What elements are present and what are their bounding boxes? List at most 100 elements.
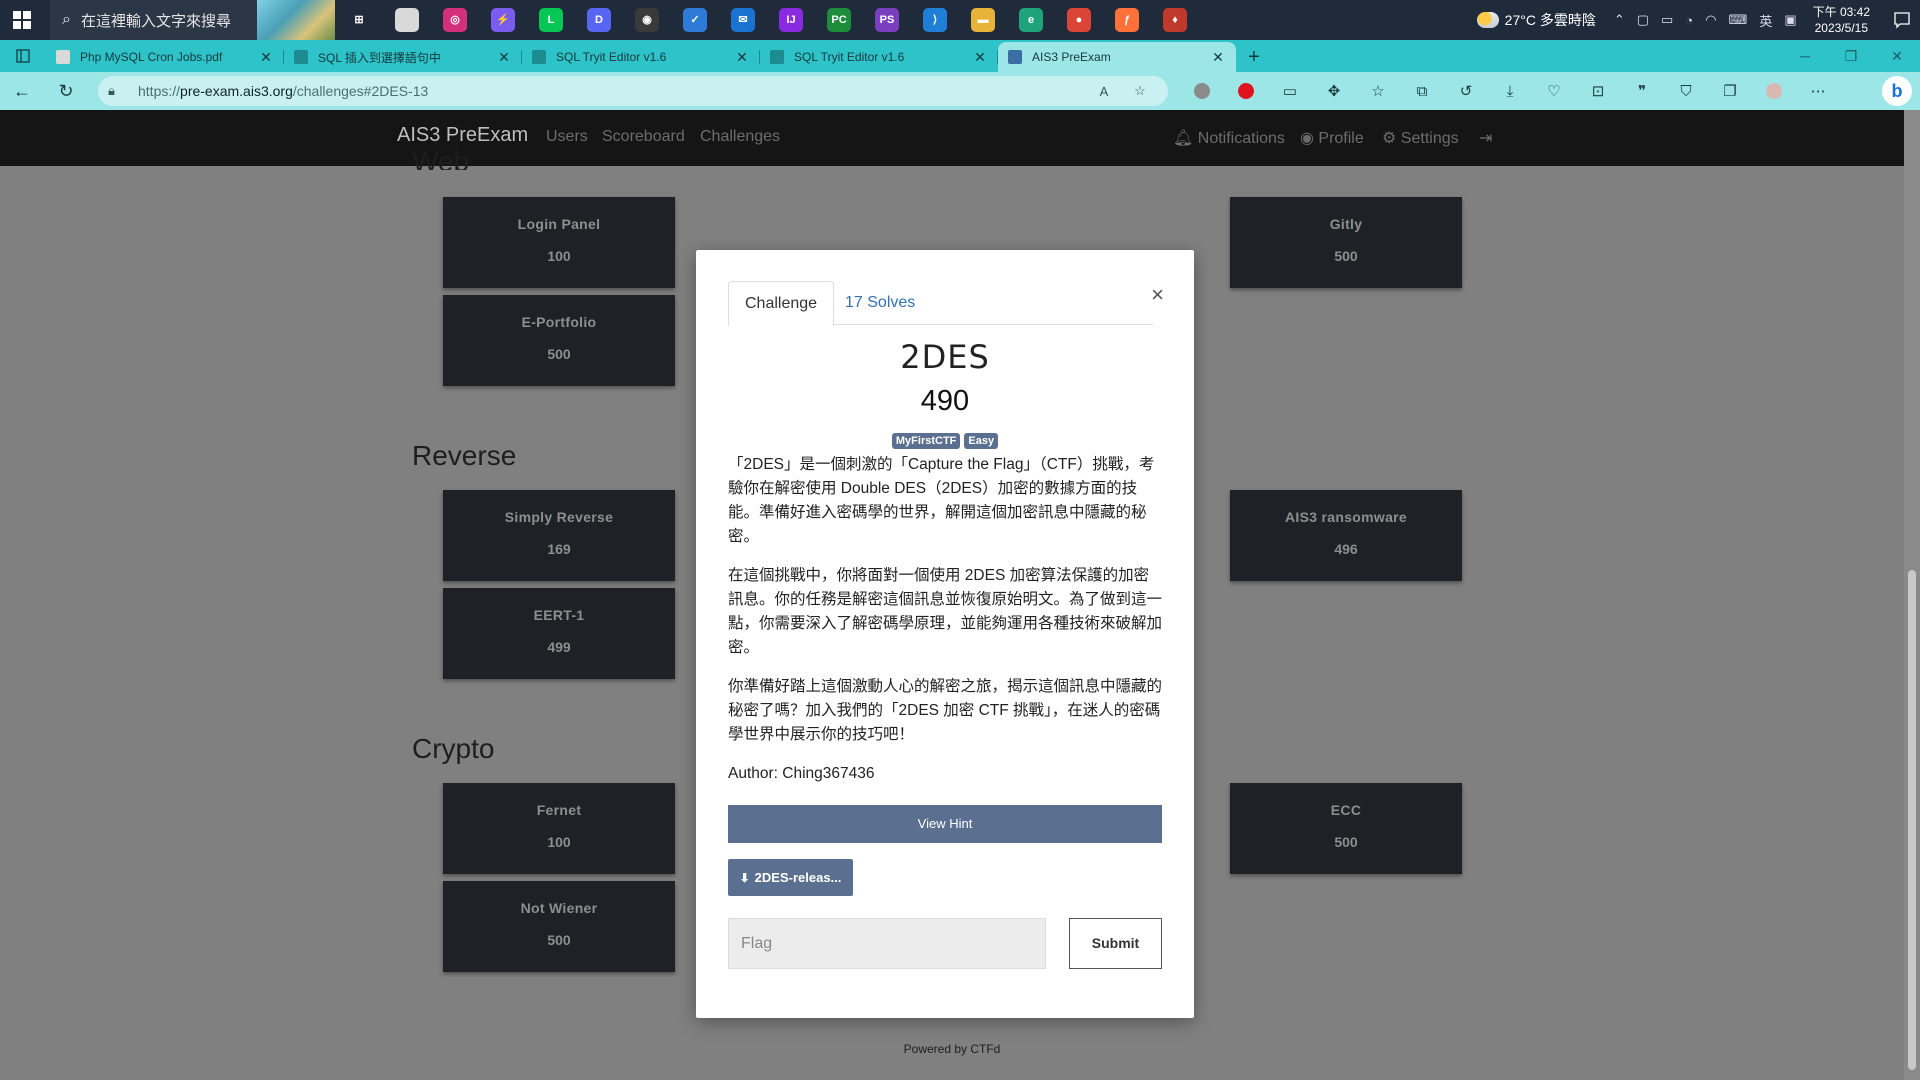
tab-close-icon[interactable]: ✕ <box>258 49 274 66</box>
weather-icon <box>1476 12 1499 28</box>
challenge-card[interactable]: E-Portfolio 500 <box>443 295 675 386</box>
browser-essentials-icon[interactable]: ⛉ <box>1664 72 1708 110</box>
weather-widget[interactable]: 27°C 多雲時陰 <box>1476 10 1596 30</box>
scrollbar-thumb[interactable] <box>1908 570 1916 1070</box>
submit-button[interactable]: Submit <box>1069 918 1162 969</box>
instagram-icon[interactable]: ◎ <box>431 0 479 40</box>
site-brand[interactable]: AIS3 PreExam <box>397 124 528 147</box>
add-favorite-icon[interactable]: ☆ <box>1122 83 1158 99</box>
bell-icon: 🔔︎ <box>1173 130 1198 147</box>
performance-icon[interactable]: ♡ <box>1532 72 1576 110</box>
tab-close-icon[interactable]: ✕ <box>1210 49 1226 66</box>
refresh-button[interactable]: ↻ <box>44 72 88 110</box>
nav-profile[interactable]: ◉ Profile <box>1300 128 1364 148</box>
screenshot-icon[interactable]: ⊡ <box>1576 72 1620 110</box>
tray-chevron-icon[interactable]: ⌃ <box>1614 12 1625 28</box>
extensions-icon[interactable]: ✥ <box>1312 72 1356 110</box>
challenge-card[interactable]: AIS3 ransomware 496 <box>1230 490 1462 581</box>
browser-tab[interactable]: SQL Tryit Editor v1.6 ✕ <box>760 42 998 72</box>
ime-indicator[interactable]: 英 <box>1759 11 1772 30</box>
new-tab-button[interactable]: + <box>1236 42 1272 72</box>
challenge-card[interactable]: Login Panel 100 <box>443 197 675 288</box>
battery-icon[interactable]: ▭ <box>1661 12 1673 28</box>
tab-close-icon[interactable]: ✕ <box>496 49 512 66</box>
restore-button[interactable]: ❐ <box>1828 40 1874 72</box>
profile-avatar-icon[interactable] <box>1752 72 1796 110</box>
tab-close-icon[interactable]: ✕ <box>972 49 988 66</box>
line-icon[interactable]: L <box>527 0 575 40</box>
keyboard-icon[interactable]: ⌨ <box>1729 12 1748 28</box>
explorer-icon[interactable]: ▬ <box>959 0 1007 40</box>
minimize-button[interactable]: ─ <box>1782 40 1828 72</box>
clock[interactable]: 下午 03:42 2023/5/15 <box>1813 4 1870 36</box>
phpstorm-icon[interactable]: PS <box>863 0 911 40</box>
flag-input[interactable] <box>728 918 1046 969</box>
logout-icon[interactable]: ⇥ <box>1479 128 1492 148</box>
firefox-icon[interactable]: ƒ <box>1103 0 1151 40</box>
nav-settings[interactable]: ⚙ Settings <box>1382 128 1459 148</box>
footer-powered-by[interactable]: Powered by CTFd <box>0 1042 1904 1056</box>
back-button[interactable]: ← <box>0 72 44 110</box>
address-url[interactable]: https://pre-exam.ais3.org/challenges#2DE… <box>138 83 1086 99</box>
taskbar-search[interactable]: ⌕ 在這裡輸入文字來搜尋 <box>50 0 335 40</box>
chat-extension-icon[interactable]: ▭ <box>1268 72 1312 110</box>
workspaces-icon[interactable]: ❐ <box>1708 72 1752 110</box>
chrome-icon[interactable]: ● <box>1055 0 1103 40</box>
challenge-card[interactable]: Fernet 100 <box>443 783 675 874</box>
browser-tab[interactable]: Php MySQL Cron Jobs.pdf ✕ <box>46 42 284 72</box>
challenge-card[interactable]: ECC 500 <box>1230 783 1462 874</box>
action-center-icon[interactable] <box>1884 0 1920 40</box>
tab-solves[interactable]: 17 Solves <box>829 281 931 325</box>
bing-chat-icon[interactable]: b <box>1882 76 1912 106</box>
pycharm-icon[interactable]: PC <box>815 0 863 40</box>
download-file-button[interactable]: ⬇ 2DES-releas... <box>728 859 853 896</box>
nav-users[interactable]: Users <box>546 128 588 146</box>
todo-icon[interactable]: ✓ <box>671 0 719 40</box>
browser-tab[interactable]: SQL 插入到選擇語句中 ✕ <box>284 42 522 72</box>
ime-mode-icon[interactable]: ▣ <box>1784 12 1796 28</box>
task-view-icon[interactable]: ⊞ <box>335 0 383 40</box>
page-scrollbar[interactable] <box>1904 110 1920 1080</box>
read-aloud-icon[interactable]: A <box>1086 84 1122 99</box>
extension-icon[interactable] <box>1180 72 1224 110</box>
wifi-icon[interactable]: ◠ <box>1705 12 1716 28</box>
view-hint-button[interactable]: View Hint <box>728 805 1162 843</box>
challenge-card[interactable]: Gitly 500 <box>1230 197 1462 288</box>
tab-actions-icon[interactable] <box>0 40 46 72</box>
tab-challenge[interactable]: Challenge <box>728 281 835 326</box>
lock-icon[interactable]: 🔒︎ <box>108 83 138 99</box>
intellij-icon[interactable]: IJ <box>767 0 815 40</box>
address-bar[interactable]: 🔒︎ https://pre-exam.ais3.org/challenges#… <box>98 76 1168 106</box>
nav-notifications[interactable]: 🔔︎ Notifications <box>1173 128 1285 148</box>
browser-tab[interactable]: SQL Tryit Editor v1.6 ✕ <box>522 42 760 72</box>
discord-icon[interactable]: D <box>575 0 623 40</box>
tab-close-icon[interactable]: ✕ <box>734 49 750 66</box>
media-icon[interactable]: ◉ <box>623 0 671 40</box>
start-button[interactable] <box>0 0 44 40</box>
vscode-icon[interactable]: ⟩ <box>911 0 959 40</box>
network-icon[interactable]: ◔ <box>1685 13 1693 28</box>
challenge-card[interactable]: EERT-1 499 <box>443 588 675 679</box>
downloads-icon[interactable]: ⤓ <box>1488 72 1532 110</box>
history-icon[interactable]: ↺ <box>1444 72 1488 110</box>
collections-icon[interactable]: ⧉ <box>1400 72 1444 110</box>
meet-now-icon[interactable]: ▢ <box>1637 12 1649 28</box>
browser-tab[interactable]: AIS3 PreExam ✕ <box>998 42 1236 72</box>
quote-icon[interactable]: ❞ <box>1620 72 1664 110</box>
more-options-icon[interactable]: ⋯ <box>1796 72 1840 110</box>
close-window-button[interactable]: ✕ <box>1874 40 1920 72</box>
messenger-icon[interactable]: ⚡ <box>479 0 527 40</box>
edge-icon[interactable]: e <box>1007 0 1055 40</box>
nav-challenges[interactable]: Challenges <box>700 128 780 146</box>
challenge-card[interactable]: Simply Reverse 169 <box>443 490 675 581</box>
extensions-bar: ▭ ✥ ☆ ⧉ ↺ ⤓ ♡ ⊡ ❞ ⛉ ❐ ⋯ <box>1180 72 1840 110</box>
git-icon[interactable]: ♦ <box>1151 0 1199 40</box>
close-icon[interactable]: × <box>1151 282 1164 308</box>
notepad-icon[interactable] <box>383 0 431 40</box>
favorites-icon[interactable]: ☆ <box>1356 72 1400 110</box>
nav-scoreboard[interactable]: Scoreboard <box>602 128 685 146</box>
browser-tab-strip: Php MySQL Cron Jobs.pdf ✕ SQL 插入到選擇語句中 ✕ SQL… <box>0 40 1920 72</box>
mail-icon[interactable]: ✉ <box>719 0 767 40</box>
opera-extension-icon[interactable] <box>1224 72 1268 110</box>
challenge-card[interactable]: Not Wiener 500 <box>443 881 675 972</box>
